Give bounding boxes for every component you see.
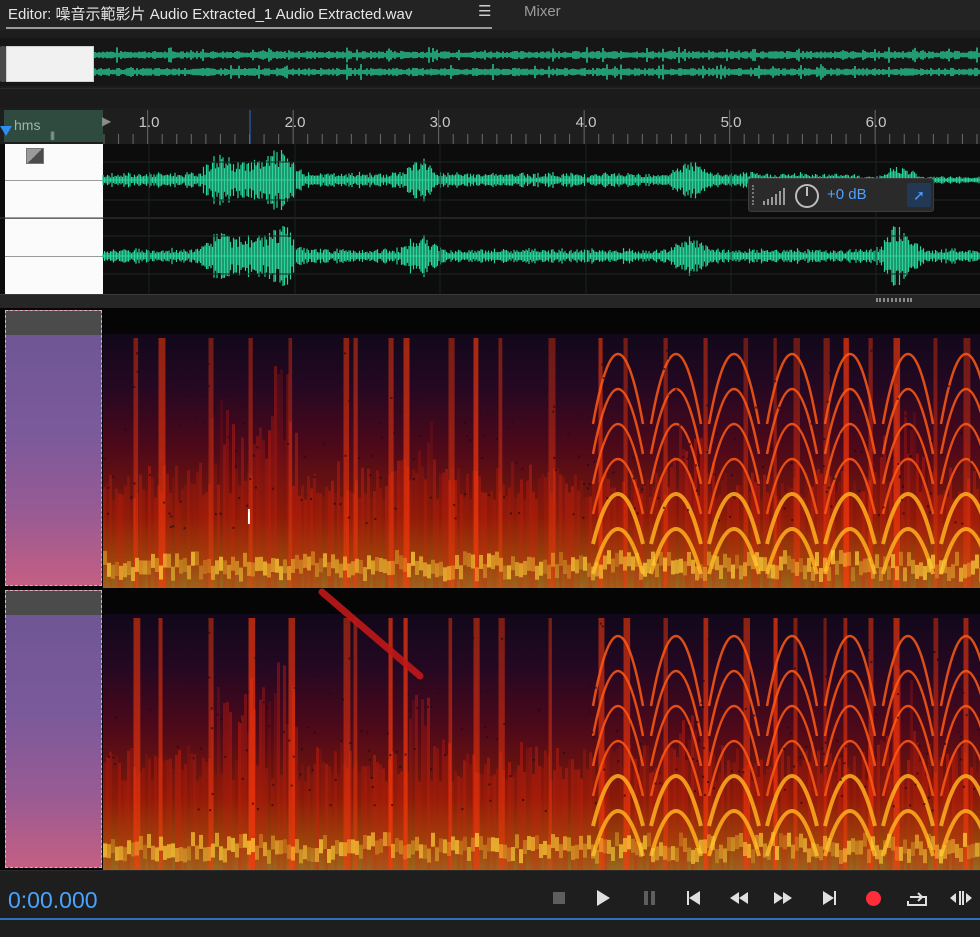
rewind-icon[interactable] <box>726 885 752 911</box>
active-tab-indicator <box>6 27 492 29</box>
editor-tab-bar: Editor: 噪音示範影片 Audio Extracted_1 Audio E… <box>0 0 980 30</box>
ruler-tick-label: 6.0 <box>865 114 887 131</box>
vertical-zoom-strip[interactable] <box>0 294 980 308</box>
spectrogram-graphic <box>103 588 980 870</box>
ruler-tick-label: 4.0 <box>575 114 597 131</box>
zoom-grip-icon: ||| <box>50 130 55 140</box>
divider-grip-icon[interactable] <box>876 298 912 302</box>
spectral-preroll <box>5 590 102 868</box>
pin-icon[interactable]: ➚ <box>907 183 931 207</box>
waveform-display[interactable] <box>0 144 980 294</box>
panel-bottom-border <box>0 918 980 920</box>
spectral-preroll <box>5 310 102 586</box>
fast-forward-icon[interactable] <box>770 885 796 911</box>
ruler-chevron-icon: ▶ <box>102 114 112 128</box>
current-time-display[interactable]: 0:00.000 <box>8 887 98 914</box>
ruler-tick-label: 1.0 <box>138 114 160 131</box>
hud-grip-icon[interactable] <box>752 185 756 205</box>
record-icon[interactable] <box>860 885 886 911</box>
ruler-tick-label: 3.0 <box>429 114 451 131</box>
gain-hud[interactable]: +0 dB ➚ <box>748 178 934 212</box>
overview-wave-graphic <box>94 47 980 80</box>
volume-knob-icon[interactable] <box>795 184 819 208</box>
spectral-preroll-header <box>6 591 101 615</box>
skip-to-start-icon[interactable] <box>680 885 706 911</box>
stop-icon[interactable] <box>546 885 572 911</box>
spectral-preroll-header <box>6 311 101 335</box>
ruler-unit-label: hms <box>14 117 41 133</box>
panel-divider <box>0 88 980 108</box>
ruler-tick-label: 2.0 <box>284 114 306 131</box>
mixer-tab[interactable]: Mixer <box>524 3 561 20</box>
skip-selection-icon[interactable] <box>948 885 974 911</box>
ruler-tick-label: 5.0 <box>720 114 742 131</box>
hamburger-icon[interactable]: ☰ <box>478 2 491 20</box>
editor-tab[interactable]: Editor: 噪音示範影片 Audio Extracted_1 Audio E… <box>8 3 412 25</box>
overview-waveform[interactable] <box>0 38 980 86</box>
spectrogram-graphic <box>103 308 980 588</box>
play-icon[interactable] <box>590 885 616 911</box>
gain-value[interactable]: +0 dB <box>827 186 867 203</box>
level-bars-icon <box>763 188 785 205</box>
skip-to-end-icon[interactable] <box>816 885 842 911</box>
transport-bar: 0:00.000 <box>0 870 980 937</box>
waveform-graphic <box>0 144 980 294</box>
pause-icon[interactable] <box>636 885 662 911</box>
spectral-display-left-channel[interactable] <box>0 308 980 588</box>
loop-icon[interactable] <box>904 885 930 911</box>
playhead-marker-icon[interactable] <box>0 126 12 136</box>
ruler-zoom-region[interactable]: hms ||| <box>4 110 103 142</box>
spectral-display-right-channel[interactable] <box>0 588 980 870</box>
